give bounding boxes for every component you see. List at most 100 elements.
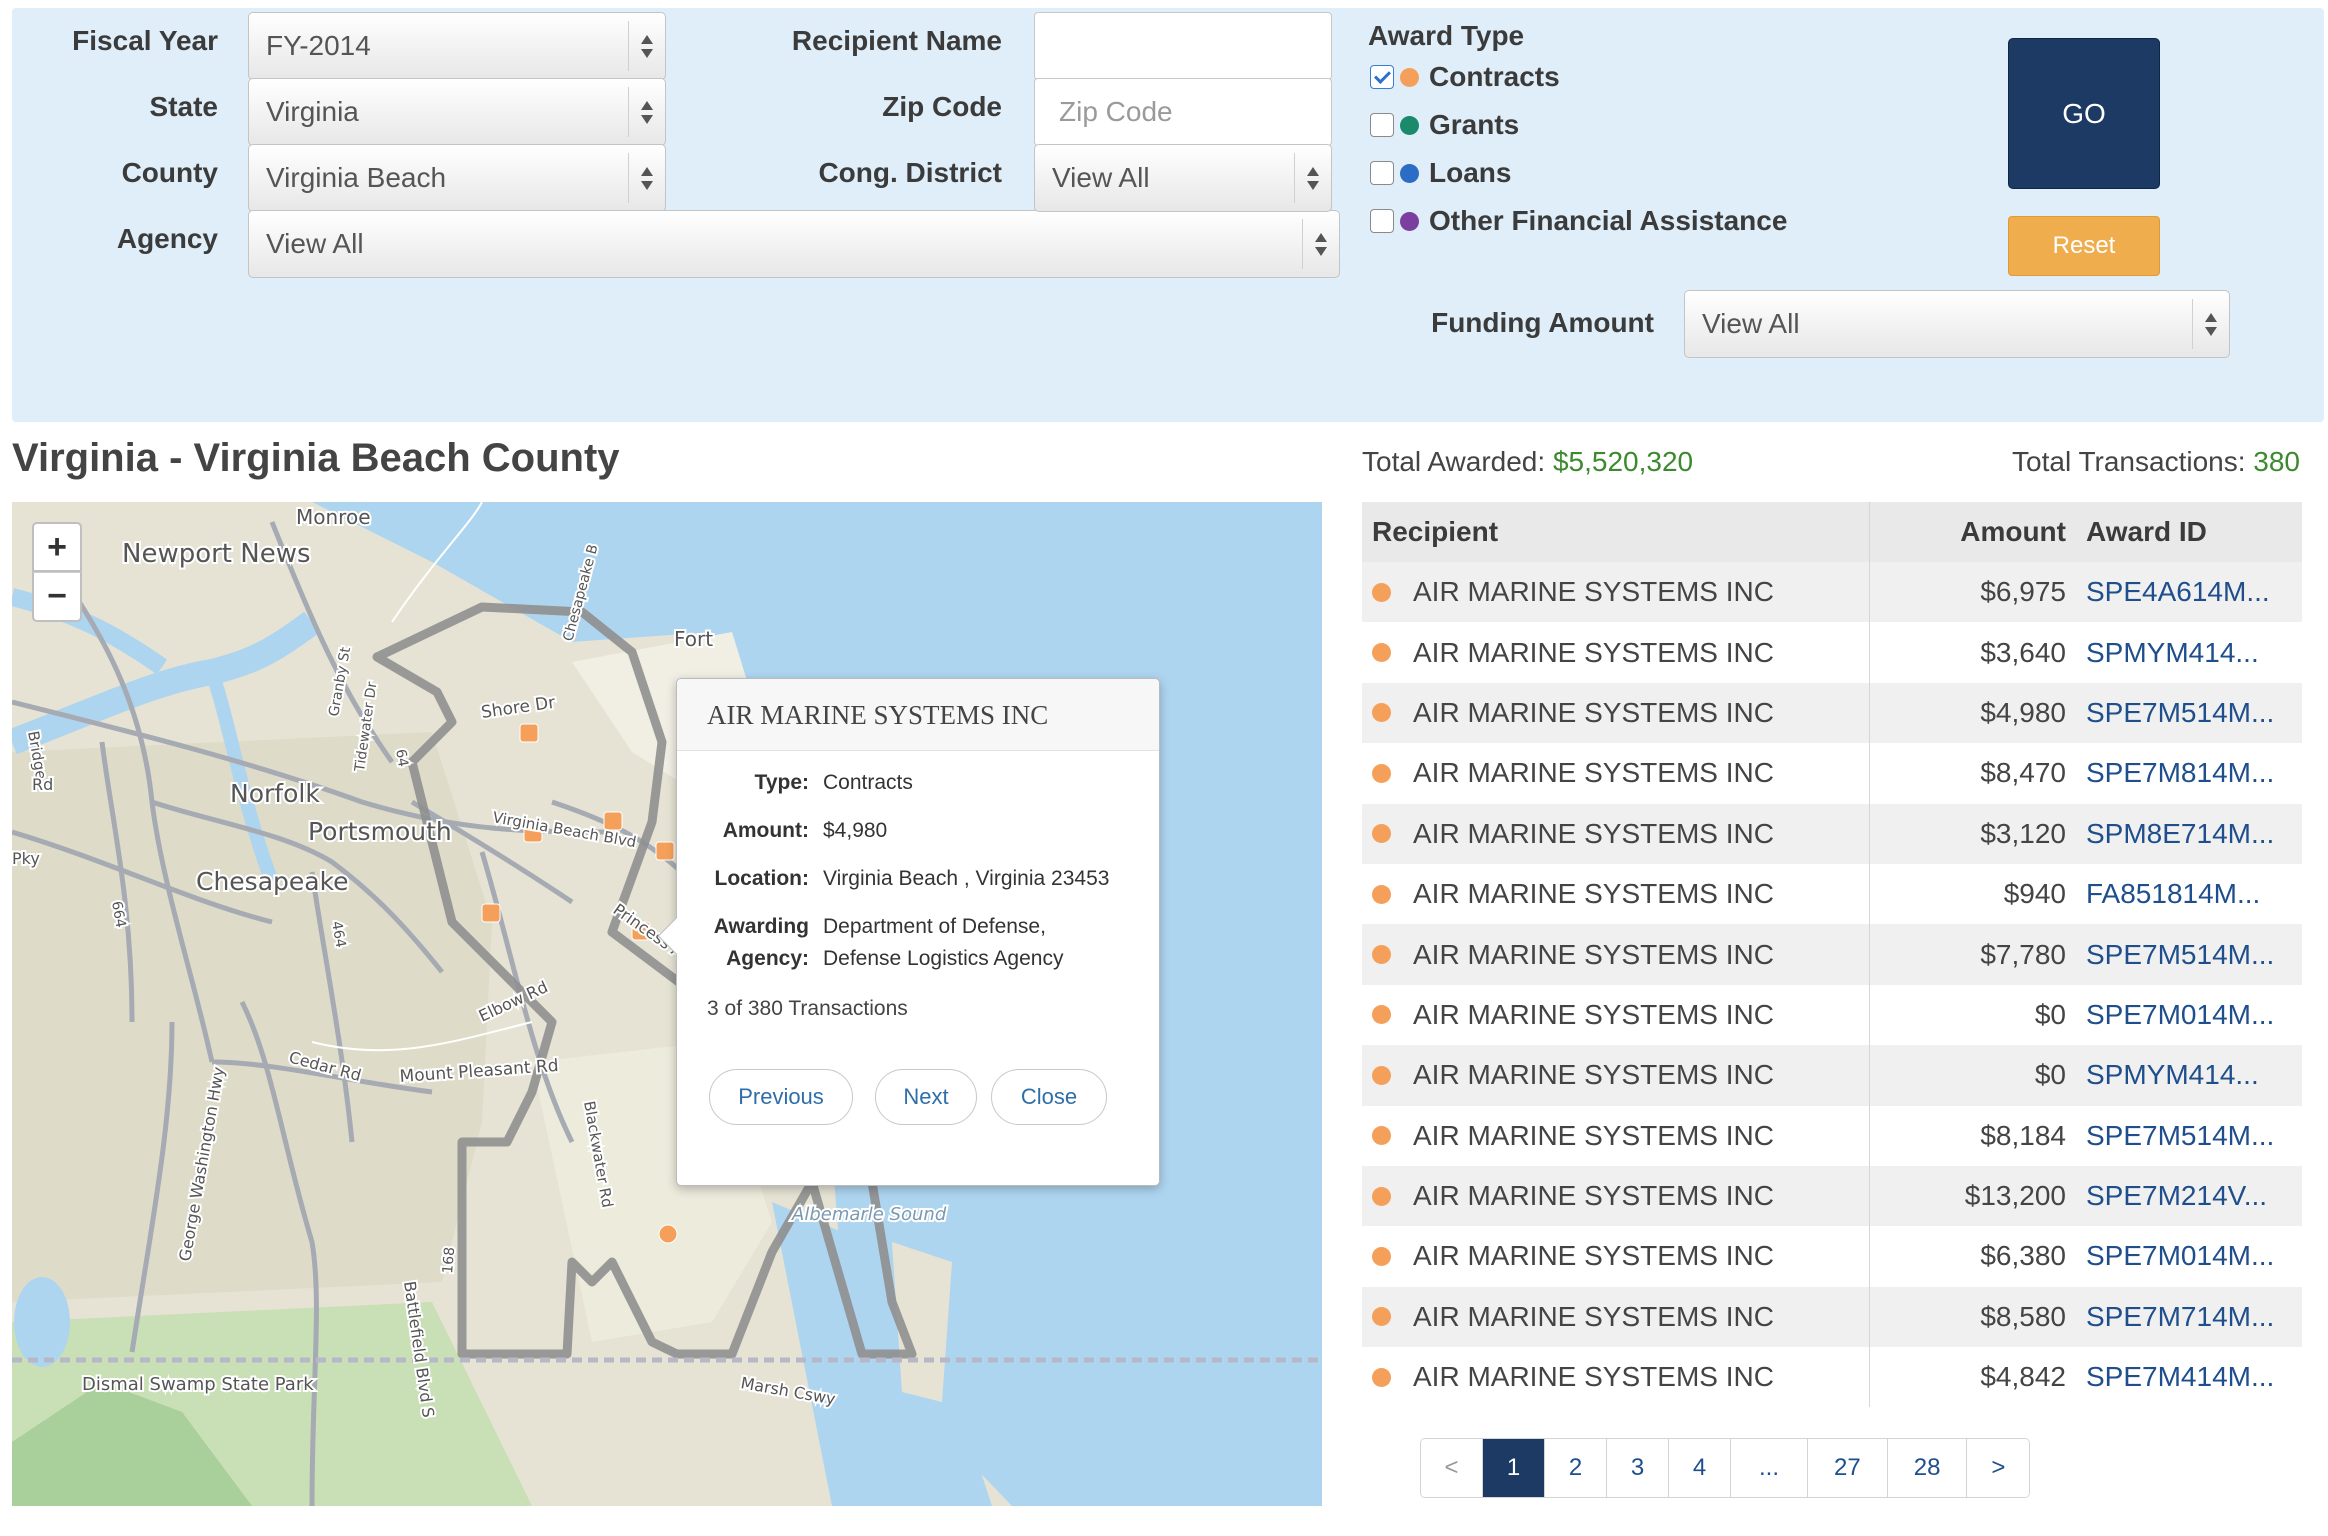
amount-cell: $8,470 [1980, 757, 2066, 789]
table-row[interactable]: AIR MARINE SYSTEMS INC $8,470 SPE7M814M... [1362, 743, 2302, 804]
contract-dot-icon [1372, 824, 1391, 844]
column-header-recipient[interactable]: Recipient [1362, 502, 1870, 562]
popup-agency-row: Awarding Agency: Department of Defense, … [697, 911, 1064, 975]
cong-district-select[interactable]: View All [1034, 144, 1332, 212]
pagination-prev-button[interactable]: < [1421, 1439, 1483, 1497]
table-row[interactable]: AIR MARINE SYSTEMS INC $8,580 SPE7M714M... [1362, 1286, 2302, 1348]
contracts-label: Contracts [1429, 61, 1560, 92]
award-marker[interactable] [481, 903, 501, 923]
table-row[interactable]: AIR MARINE SYSTEMS INC $6,380 SPE7M014M... [1362, 1226, 2302, 1287]
award-id-link[interactable]: SPMYM414... [2076, 1059, 2302, 1091]
award-id-link[interactable]: SPE7M514M... [2076, 1120, 2302, 1152]
award-id-link[interactable]: SPE7M514M... [2076, 697, 2302, 729]
award-id-link[interactable]: SPMYM414... [2076, 637, 2302, 669]
award-id-link[interactable]: SPE7M014M... [2076, 1240, 2302, 1272]
pagination-page-27[interactable]: 27 [1808, 1439, 1888, 1497]
award-id-link[interactable]: SPE7M814M... [2076, 757, 2302, 789]
grants-checkbox[interactable] [1370, 113, 1394, 137]
select-arrows-icon [1305, 145, 1321, 211]
popup-next-button[interactable]: Next [875, 1069, 977, 1125]
map-view[interactable]: Newport News Monroe Norfolk Portsmouth C… [12, 502, 1322, 1506]
agency-select[interactable]: View All [248, 210, 1340, 278]
column-header-amount[interactable]: Amount [1870, 516, 2076, 548]
recipient-name: AIR MARINE SYSTEMS INC [1413, 696, 1774, 728]
table-row[interactable]: AIR MARINE SYSTEMS INC $940 FA851814M... [1362, 863, 2302, 925]
select-arrows-icon [639, 79, 655, 145]
table-row[interactable]: AIR MARINE SYSTEMS INC $13,200 SPE7M214V..… [1362, 1165, 2302, 1227]
fiscal-year-select[interactable]: FY-2014 [248, 12, 666, 80]
table-row[interactable]: AIR MARINE SYSTEMS INC $7,780 SPE7M514M... [1362, 924, 2302, 985]
award-type-loans[interactable]: Loans [1370, 155, 1511, 191]
popup-agency-label-line1: Awarding [713, 915, 809, 938]
pagination-page-2[interactable]: 2 [1545, 1439, 1607, 1497]
award-id-link[interactable]: SPE4A614M... [2076, 576, 2302, 608]
popup-close-button[interactable]: Close [991, 1069, 1107, 1125]
recipient-name: AIR MARINE SYSTEMS INC [1413, 817, 1774, 849]
award-type-other[interactable]: Other Financial Assistance [1370, 203, 1787, 239]
award-id-link[interactable]: SPE7M714M... [2076, 1301, 2302, 1333]
award-id-link[interactable]: SPM8E714M... [2076, 818, 2302, 850]
popup-agency-label: Awarding Agency: [697, 911, 809, 975]
award-marker[interactable] [655, 841, 675, 861]
contract-dot-icon [1372, 1186, 1391, 1206]
award-marker[interactable] [519, 723, 539, 743]
zoom-out-button[interactable]: − [32, 572, 82, 622]
zip-code-input[interactable] [1034, 78, 1332, 146]
amount-cell: $13,200 [1964, 1180, 2066, 1212]
award-id-link[interactable]: SPE7M414M... [2076, 1361, 2302, 1393]
contracts-checkbox[interactable] [1370, 65, 1394, 89]
county-value: Virginia Beach [266, 162, 447, 193]
column-header-award-id[interactable]: Award ID [2076, 516, 2302, 548]
map-label: Albemarle Sound [791, 1204, 947, 1225]
recipient-name-input[interactable] [1034, 12, 1332, 80]
grants-dot-icon [1400, 115, 1419, 135]
table-row[interactable]: AIR MARINE SYSTEMS INC $0 SPMYM414... [1362, 1045, 2302, 1106]
funding-amount-select[interactable]: View All [1684, 290, 2230, 358]
award-type-contracts[interactable]: Contracts [1370, 59, 1560, 95]
loans-checkbox[interactable] [1370, 161, 1394, 185]
popup-previous-button[interactable]: Previous [709, 1069, 853, 1125]
state-select[interactable]: Virginia [248, 78, 666, 146]
award-id-link[interactable]: SPE7M014M... [2076, 999, 2302, 1031]
contracts-dot-icon [1400, 67, 1419, 87]
pagination-next-button[interactable]: > [1967, 1439, 2030, 1497]
map-label: Pky [12, 849, 40, 868]
popup-title: AIR MARINE SYSTEMS INC [677, 679, 1159, 751]
table-row[interactable]: AIR MARINE SYSTEMS INC $3,120 SPM8E714M... [1362, 803, 2302, 864]
pagination-page-28[interactable]: 28 [1887, 1439, 1968, 1497]
map-label: Chesapeake [196, 867, 349, 896]
table-row[interactable]: AIR MARINE SYSTEMS INC $3,640 SPMYM414... [1362, 622, 2302, 683]
recipient-cell: AIR MARINE SYSTEMS INC [1362, 984, 1870, 1046]
award-id-link[interactable]: SPE7M214V... [2076, 1180, 2302, 1212]
other-financial-checkbox[interactable] [1370, 209, 1394, 233]
contract-dot-icon [1372, 1005, 1391, 1025]
pagination-page-1[interactable]: 1 [1483, 1439, 1545, 1497]
recipient-cell: AIR MARINE SYSTEMS INC [1362, 863, 1870, 925]
map-label: Newport News [122, 539, 311, 569]
table-row[interactable]: AIR MARINE SYSTEMS INC $8,184 SPE7M514M... [1362, 1105, 2302, 1166]
award-type-grants[interactable]: Grants [1370, 107, 1519, 143]
award-id-link[interactable]: FA851814M... [2076, 878, 2302, 910]
map-label: 64 [392, 748, 411, 768]
pagination-page-4[interactable]: 4 [1669, 1439, 1731, 1497]
map-label: Dismal Swamp State Park [82, 1374, 314, 1395]
reset-button[interactable]: Reset [2008, 216, 2160, 276]
table-row[interactable]: AIR MARINE SYSTEMS INC $4,980 SPE7M514M... [1362, 682, 2302, 744]
contract-dot-icon [1372, 1307, 1391, 1327]
table-row[interactable]: AIR MARINE SYSTEMS INC $0 SPE7M014M... [1362, 984, 2302, 1046]
amount-cell: $7,780 [1980, 938, 2066, 970]
cong-district-value: View All [1052, 162, 1150, 193]
funding-amount-label: Funding Amount [1431, 307, 1654, 338]
recipient-cell: AIR MARINE SYSTEMS INC [1362, 1286, 1870, 1348]
pagination-page-3[interactable]: 3 [1607, 1439, 1669, 1497]
zoom-in-button[interactable]: + [32, 522, 82, 572]
contract-dot-icon [1372, 763, 1391, 783]
contract-dot-icon [1372, 1367, 1391, 1387]
table-row[interactable]: AIR MARINE SYSTEMS INC $6,975 SPE4A614M... [1362, 562, 2302, 623]
award-id-link[interactable]: SPE7M514M... [2076, 939, 2302, 971]
county-select[interactable]: Virginia Beach [248, 144, 666, 212]
table-row[interactable]: AIR MARINE SYSTEMS INC $4,842 SPE7M414M... [1362, 1347, 2302, 1408]
go-button[interactable]: GO [2008, 38, 2160, 189]
select-arrows-icon [2203, 291, 2219, 357]
award-marker[interactable] [658, 1224, 678, 1244]
